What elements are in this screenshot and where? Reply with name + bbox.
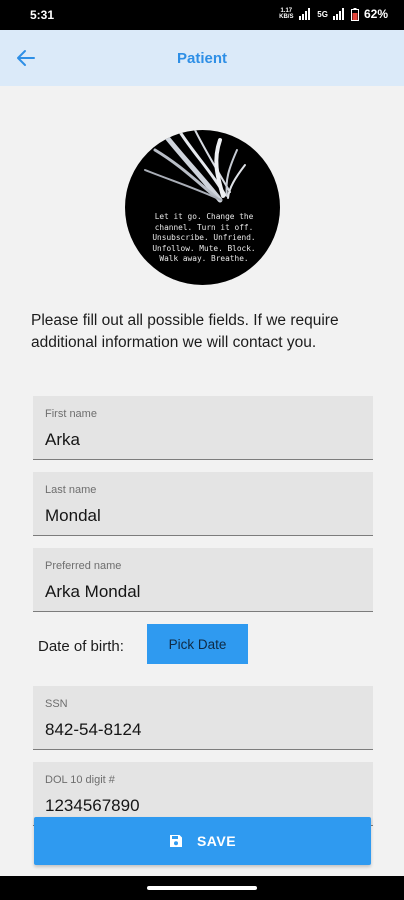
preferred-name-label: Preferred name [45, 560, 122, 572]
form-instructions: Please fill out all possible fields. If … [31, 312, 339, 351]
preferred-name-value[interactable]: Arka Mondal [45, 582, 140, 602]
save-button[interactable]: SAVE [34, 817, 371, 865]
save-label: SAVE [196, 833, 237, 849]
status-icons: 1.17 KB/S 5G 62% [278, 7, 388, 21]
last-name-value[interactable]: Mondal [45, 506, 101, 526]
battery-icon [350, 7, 359, 21]
first-name-value[interactable]: Arka [45, 430, 80, 450]
pick-date-button[interactable]: Pick Date [147, 624, 248, 664]
system-nav-bar [0, 876, 404, 900]
ssn-label: SSN [45, 698, 68, 710]
ssn-value[interactable]: 842-54-8124 [45, 720, 141, 740]
preferred-name-field[interactable]: Preferred name Arka Mondal [33, 548, 373, 612]
signal-icon [299, 8, 311, 20]
floppy-disk-icon [169, 835, 182, 847]
date-of-birth-label: Date of birth: [38, 638, 124, 655]
home-gesture-handle[interactable] [147, 886, 257, 890]
avatar[interactable]: Let it go. Change the channel. Turn it o… [125, 130, 280, 285]
avatar-quote: Let it go. Change the channel. Turn it o… [152, 212, 256, 263]
battery-percent: 62% [363, 7, 388, 21]
first-name-label: First name [45, 408, 97, 420]
network-type-label: 5G [317, 9, 328, 19]
first-name-field[interactable]: First name Arka [33, 396, 373, 460]
dol-label: DOL 10 digit # [45, 774, 115, 786]
dol-value[interactable]: 1234567890 [45, 796, 140, 816]
status-time: 5:31 [30, 8, 55, 22]
signal-icon-secondary [332, 8, 344, 20]
last-name-label: Last name [45, 484, 97, 496]
app-bar: Patient [0, 30, 404, 86]
network-speed: 1.17 KB/S [279, 8, 294, 20]
page-title: Patient [176, 50, 227, 67]
status-bar: 5:31 1.17 KB/S 5G 62% [0, 0, 404, 30]
ssn-field[interactable]: SSN 842-54-8124 [33, 686, 373, 750]
last-name-field[interactable]: Last name Mondal [33, 472, 373, 536]
